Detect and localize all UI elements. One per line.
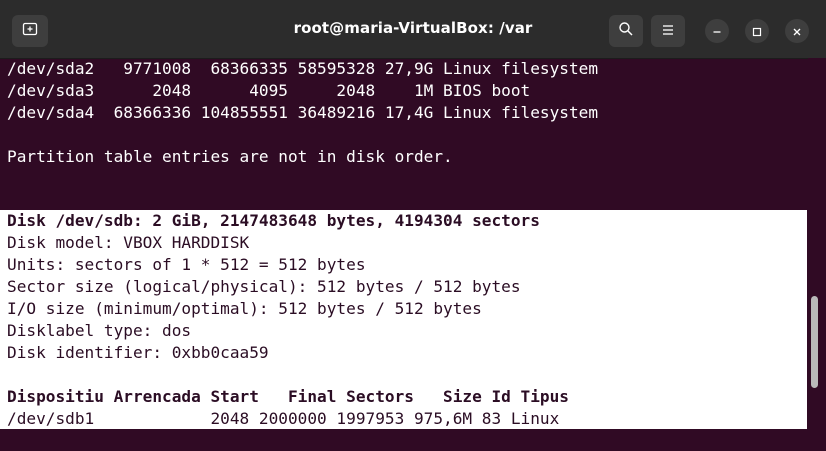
close-button[interactable] (785, 19, 809, 43)
terminal-output[interactable]: /dev/sda2 9771008 68366335 58595328 27,9… (0, 58, 808, 451)
terminal-line: I/O size (minimum/optimal): 512 bytes / … (7, 299, 482, 318)
terminal-line: /dev/sda3 2048 4095 2048 1M BIOS boot (7, 81, 531, 100)
window-title: root@maria-VirtualBox: /var (293, 19, 533, 37)
terminal-line: Partition table entries are not in disk … (7, 147, 453, 166)
terminal-window: root@maria-VirtualBox: /var /dev/sda2 97… (0, 0, 826, 451)
minimize-icon (712, 22, 722, 41)
terminal-line: /dev/sda2 9771008 68366335 58595328 27,9… (7, 59, 599, 78)
scrollbar[interactable] (808, 58, 826, 451)
terminal-line: Units: sectors of 1 * 512 = 512 bytes (7, 255, 366, 274)
terminal-line: /dev/sda4 68366336 104855551 36489216 17… (7, 103, 599, 122)
close-icon (792, 22, 802, 41)
partition-table-row: /dev/sdb1 2048 2000000 1997953 975,6M 83… (7, 409, 560, 428)
maximize-icon (752, 22, 762, 41)
search-button[interactable] (609, 15, 643, 47)
maximize-button[interactable] (745, 19, 769, 43)
minimize-button[interactable] (705, 19, 729, 43)
menu-button[interactable] (651, 15, 685, 47)
scrollbar-thumb[interactable] (811, 296, 818, 388)
terminal-line: Disk identifier: 0xbb0caa59 (7, 343, 269, 362)
terminal-line: Sector size (logical/physical): 512 byte… (7, 277, 521, 296)
terminal-line: Disklabel type: dos (7, 321, 192, 340)
search-icon (618, 21, 634, 41)
terminal-line: Disk model: VBOX HARDDISK (7, 233, 250, 252)
terminal-line-disk-header: Disk /dev/sdb: 2 GiB, 2147483648 bytes, … (7, 211, 540, 230)
title-bar[interactable]: root@maria-VirtualBox: /var (0, 0, 826, 59)
partition-table-header: Dispositiu Arrencada Start Final Sectors… (7, 387, 569, 406)
hamburger-menu-icon (661, 22, 675, 41)
